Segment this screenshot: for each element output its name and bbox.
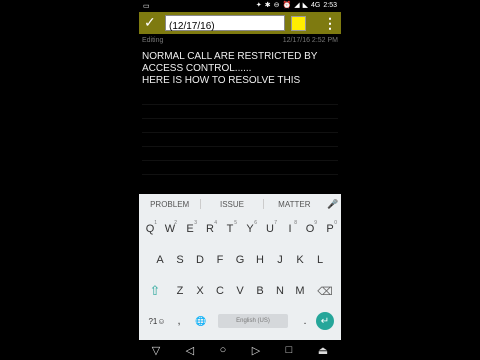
network-type: 4G	[311, 1, 321, 9]
key-u[interactable]: U7	[260, 218, 280, 240]
globe-icon[interactable]: 🌐	[190, 310, 212, 332]
recents-icon[interactable]: □	[286, 344, 293, 356]
key-m[interactable]: M	[290, 280, 310, 302]
symbols-key[interactable]: ?1☺	[146, 310, 168, 332]
note-line: HERE IS HOW TO RESOLVE THIS	[142, 75, 301, 86]
alarm-icon: ⏰	[282, 2, 292, 9]
shift-icon[interactable]: ⇧	[140, 280, 170, 302]
key-l[interactable]: L	[310, 249, 330, 271]
key-t[interactable]: T5	[220, 218, 240, 240]
nav-bar: ▽ ◁ ○ ▷ □ ⏏	[139, 340, 341, 360]
space-bar[interactable]: English (US)	[218, 314, 288, 328]
suggestion-bar: PROBLEM ISSUE MATTER 🎤	[139, 194, 341, 214]
note-line: ACCESS CONTROL......	[142, 63, 252, 74]
key-q[interactable]: Q1	[140, 218, 160, 240]
ruled-line	[142, 174, 338, 175]
note-line: NORMAL CALL ARE RESTRICTED BY	[142, 51, 318, 62]
key-r[interactable]: R4	[200, 218, 220, 240]
key-g[interactable]: G	[230, 249, 250, 271]
bluetooth-icon: ✱	[264, 2, 271, 9]
ruled-line	[142, 146, 338, 147]
hide-keyboard-icon[interactable]: ▽	[152, 344, 160, 357]
mute-icon: ⊖	[273, 2, 280, 9]
note-meta: Editing 12/17/16 2:52 PM	[142, 37, 338, 47]
key-f[interactable]: F	[210, 249, 230, 271]
title-input[interactable]	[166, 18, 290, 35]
mic-icon[interactable]: 🎤	[325, 199, 341, 210]
status-bar: ▭ ✦ ✱ ⊖ ⏰ ◢ ◣ 4G 2:53	[139, 0, 341, 12]
signal-icon: ◣	[302, 2, 309, 9]
key-s[interactable]: S	[170, 249, 190, 271]
key-row-3: ⇧ Z X C V B N M ⌫	[139, 280, 341, 302]
pull-down-icon[interactable]: ⏏	[318, 344, 328, 357]
phone-screen: ▭ ✦ ✱ ⊖ ⏰ ◢ ◣ 4G 2:53 ✓ ⋮ Editing 12/17/…	[139, 0, 341, 360]
key-w[interactable]: W2	[160, 218, 180, 240]
key-row-2: A S D F G H J K L	[139, 249, 341, 271]
key-row-bottom: ?1☺ , 🌐 English (US) . ↵	[139, 310, 341, 332]
note-toolbar: ✓ ⋮	[139, 12, 341, 35]
key-b[interactable]: B	[250, 280, 270, 302]
suggestion-3[interactable]: MATTER	[264, 200, 325, 209]
suggestion-2[interactable]: ISSUE	[201, 200, 262, 209]
backspace-icon[interactable]: ⌫	[310, 280, 340, 302]
key-k[interactable]: K	[290, 249, 310, 271]
key-c[interactable]: C	[210, 280, 230, 302]
key-d[interactable]: D	[190, 249, 210, 271]
save-check-icon[interactable]: ✓	[144, 14, 156, 31]
key-a[interactable]: A	[150, 249, 170, 271]
key-y[interactable]: Y6	[240, 218, 260, 240]
back-icon[interactable]: ◁	[186, 344, 194, 357]
key-row-1: Q1 W2 E3 R4 T5 Y6 U7 I8 O9 P0	[139, 218, 341, 240]
forward-icon[interactable]: ▷	[252, 344, 260, 357]
notification-icon: ▭	[143, 3, 150, 10]
ruled-line	[142, 118, 338, 119]
key-n[interactable]: N	[270, 280, 290, 302]
nfc-icon: ✦	[255, 2, 262, 9]
enter-icon[interactable]: ↵	[316, 312, 334, 330]
wifi-icon: ◢	[294, 2, 300, 9]
ruled-line	[142, 132, 338, 133]
key-j[interactable]: J	[270, 249, 290, 271]
comma-key[interactable]: ,	[168, 310, 190, 332]
period-key[interactable]: .	[294, 310, 316, 332]
ruled-line	[142, 104, 338, 105]
clock: 2:53	[323, 1, 337, 9]
key-v[interactable]: V	[230, 280, 250, 302]
note-body[interactable]: NORMAL CALL ARE RESTRICTED BY ACCESS CON…	[142, 51, 338, 191]
color-picker-button[interactable]	[291, 16, 306, 31]
key-x[interactable]: X	[190, 280, 210, 302]
note-timestamp: 12/17/16 2:52 PM	[282, 37, 338, 44]
key-e[interactable]: E3	[180, 218, 200, 240]
home-icon[interactable]: ○	[220, 344, 227, 356]
ruled-line	[142, 160, 338, 161]
keyboard: PROBLEM ISSUE MATTER 🎤 Q1 W2 E3 R4 T5 Y6…	[139, 194, 341, 340]
key-o[interactable]: O9	[300, 218, 320, 240]
edit-status: Editing	[142, 37, 164, 44]
key-p[interactable]: P0	[320, 218, 340, 240]
suggestion-1[interactable]: PROBLEM	[139, 200, 200, 209]
key-z[interactable]: Z	[170, 280, 190, 302]
overflow-menu-icon[interactable]: ⋮	[323, 15, 337, 32]
key-i[interactable]: I8	[280, 218, 300, 240]
key-h[interactable]: H	[250, 249, 270, 271]
title-field[interactable]	[165, 15, 290, 35]
